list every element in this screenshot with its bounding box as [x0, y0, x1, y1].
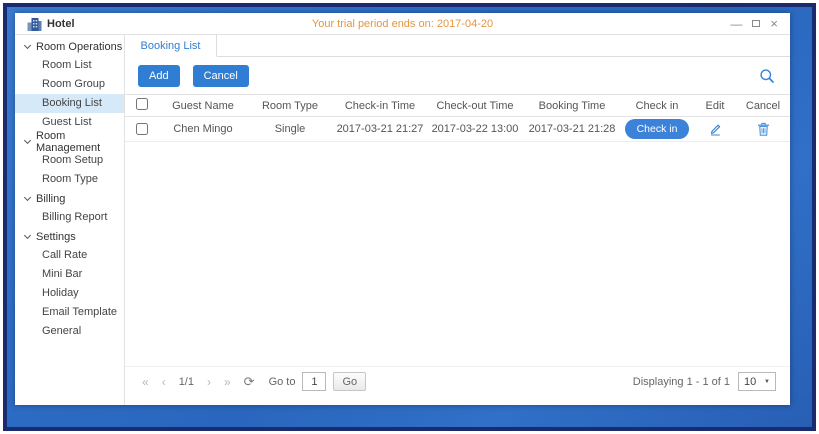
- check-in-button[interactable]: Check in: [625, 119, 690, 139]
- cell-check-in-time: 2017-03-21 21:27: [333, 123, 427, 135]
- sidebar-group-label: Room Management: [36, 130, 124, 154]
- sidebar-item-email-template[interactable]: Email Template: [15, 303, 124, 322]
- cell-booking-time: 2017-03-21 21:28: [523, 123, 621, 135]
- sidebar-item-room-list[interactable]: Room List: [15, 56, 124, 75]
- trash-icon: [757, 122, 770, 136]
- maximize-button[interactable]: [752, 20, 760, 27]
- row-checkbox[interactable]: [136, 123, 148, 135]
- search-button[interactable]: [757, 66, 777, 86]
- app-identity: Hotel: [27, 17, 75, 31]
- sidebar-item-booking-list[interactable]: Booking List: [15, 94, 124, 113]
- tab-strip: Booking List: [125, 35, 790, 57]
- delete-button[interactable]: [755, 120, 772, 138]
- page-size-select[interactable]: 10 ▼: [738, 372, 776, 391]
- chevron-down-icon: [24, 193, 31, 200]
- select-all-checkbox[interactable]: [136, 98, 148, 110]
- page-indicator: 1/1: [176, 376, 197, 388]
- sidebar-group-room-operations[interactable]: Room Operations: [15, 37, 124, 56]
- column-check-in-time[interactable]: Check-in Time: [333, 100, 427, 112]
- titlebar: Your trial period ends on: 2017-04-20 Ho…: [15, 13, 790, 35]
- table-row: Chen Mingo Single 2017-03-21 21:27 2017-…: [125, 117, 790, 142]
- chevron-down-icon: ▼: [764, 379, 770, 385]
- cell-check-out-time: 2017-03-22 13:00: [427, 123, 523, 135]
- cancel-button[interactable]: Cancel: [193, 65, 249, 87]
- sidebar-item-mini-bar[interactable]: Mini Bar: [15, 265, 124, 284]
- refresh-icon[interactable]: ⟳: [241, 375, 258, 388]
- chevron-down-icon: [24, 41, 31, 48]
- search-icon: [759, 68, 775, 84]
- minimize-button[interactable]: —: [730, 18, 742, 30]
- column-room-type[interactable]: Room Type: [247, 100, 333, 112]
- sidebar-group-billing[interactable]: Billing: [15, 189, 124, 208]
- column-check-out-time[interactable]: Check-out Time: [427, 100, 523, 112]
- sidebar-group-room-management[interactable]: Room Management: [15, 132, 124, 151]
- first-page-button[interactable]: «: [139, 376, 152, 388]
- sidebar-item-room-type[interactable]: Room Type: [15, 170, 124, 189]
- cell-room-type: Single: [247, 123, 333, 135]
- edit-button[interactable]: [706, 120, 724, 138]
- window-controls: — ×: [730, 17, 778, 30]
- sidebar: Room Operations Room List Room Group Boo…: [15, 35, 125, 405]
- sidebar-group-label: Settings: [36, 231, 76, 243]
- column-check-in[interactable]: Check in: [621, 100, 693, 112]
- close-button[interactable]: ×: [770, 17, 778, 30]
- column-cancel[interactable]: Cancel: [737, 100, 789, 112]
- goto-page-input[interactable]: [302, 372, 326, 391]
- sidebar-item-general[interactable]: General: [15, 322, 124, 341]
- page-size-value: 10: [744, 376, 756, 388]
- sidebar-item-call-rate[interactable]: Call Rate: [15, 246, 124, 265]
- tab-booking-list[interactable]: Booking List: [125, 35, 217, 57]
- add-button[interactable]: Add: [138, 65, 180, 87]
- screen-frame: Your trial period ends on: 2017-04-20 Ho…: [3, 3, 816, 431]
- pencil-edit-icon: [708, 122, 722, 136]
- cell-guest-name: Chen Mingo: [159, 123, 247, 135]
- app-window: Your trial period ends on: 2017-04-20 Ho…: [15, 13, 790, 405]
- column-booking-time[interactable]: Booking Time: [523, 100, 621, 112]
- chevron-down-icon: [24, 136, 31, 143]
- goto-label: Go to: [269, 376, 296, 388]
- sidebar-group-label: Room Operations: [36, 41, 122, 53]
- desktop-background: Your trial period ends on: 2017-04-20 Ho…: [7, 7, 812, 427]
- go-button[interactable]: Go: [333, 372, 366, 391]
- table-empty-area: [125, 142, 790, 366]
- table-header: Guest Name Room Type Check-in Time Check…: [125, 94, 790, 117]
- chevron-down-icon: [24, 231, 31, 238]
- pagination-bar: « ‹ 1/1 › » ⟳ Go to Go Displaying 1 - 1 …: [125, 366, 790, 396]
- sidebar-group-label: Billing: [36, 193, 65, 205]
- select-all-column: [125, 98, 159, 113]
- column-guest-name[interactable]: Guest Name: [159, 100, 247, 112]
- sidebar-item-billing-report[interactable]: Billing Report: [15, 208, 124, 227]
- sidebar-group-settings[interactable]: Settings: [15, 227, 124, 246]
- toolbar: Add Cancel: [125, 57, 790, 94]
- pagination-right: Displaying 1 - 1 of 1 10 ▼: [633, 372, 776, 391]
- column-edit[interactable]: Edit: [693, 100, 737, 112]
- sidebar-item-room-setup[interactable]: Room Setup: [15, 151, 124, 170]
- main-panel: Booking List Add Cancel: [125, 35, 790, 405]
- prev-page-button[interactable]: ‹: [159, 376, 169, 388]
- app-title: Hotel: [47, 18, 75, 30]
- next-page-button[interactable]: ›: [204, 376, 214, 388]
- displaying-status: Displaying 1 - 1 of 1: [633, 376, 730, 388]
- last-page-button[interactable]: »: [221, 376, 234, 388]
- row-select-cell: [125, 123, 159, 135]
- sidebar-item-room-group[interactable]: Room Group: [15, 75, 124, 94]
- hotel-logo-icon: [27, 17, 42, 31]
- trial-notice: Your trial period ends on: 2017-04-20: [15, 18, 790, 30]
- sidebar-item-holiday[interactable]: Holiday: [15, 284, 124, 303]
